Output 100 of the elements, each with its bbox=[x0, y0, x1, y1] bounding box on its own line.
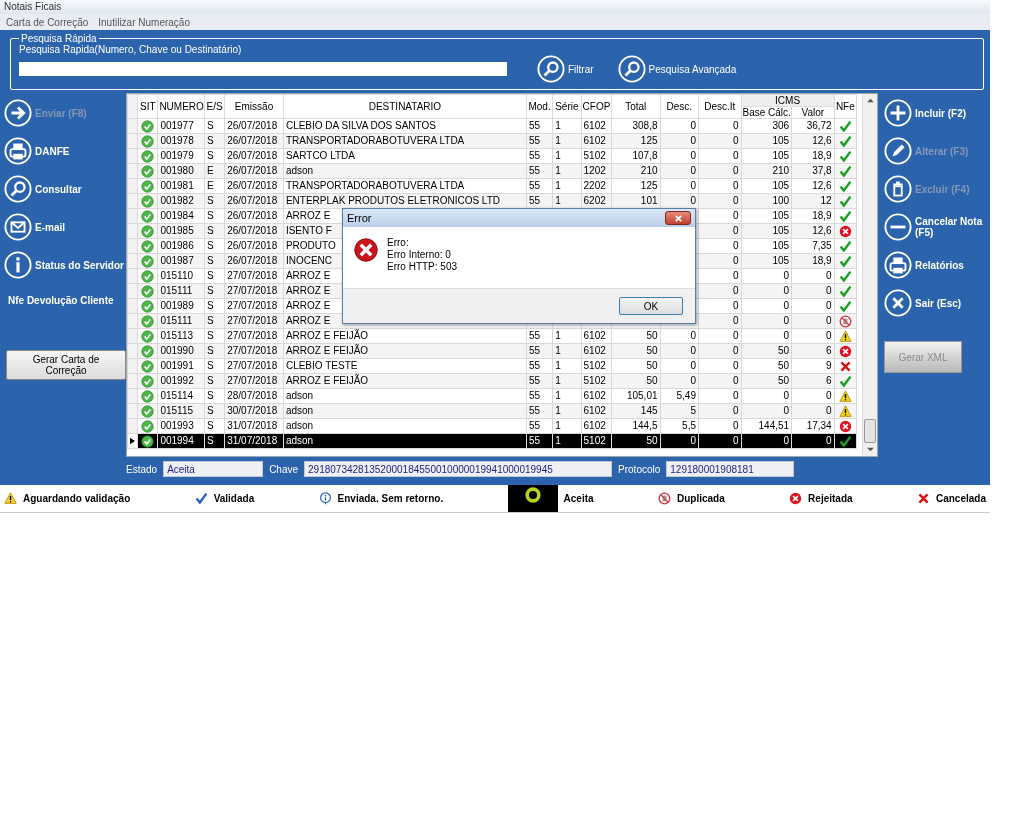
table-cell: 55 bbox=[528, 360, 541, 371]
table-cell: 0 bbox=[783, 270, 790, 281]
table-cell: 015113 bbox=[160, 330, 193, 341]
column-header[interactable]: Total bbox=[611, 94, 661, 119]
text-field[interactable]: Aceita bbox=[163, 461, 264, 477]
action-button[interactable]: Incluir (F2) bbox=[884, 99, 986, 127]
table-row[interactable]: 001980 E 26/07/2018 adson 55 1 1202 210 0 0 210 37,8 bbox=[127, 163, 857, 179]
letter-button[interactable]: Gerar Carta de Correção bbox=[6, 350, 126, 380]
scroll-thumb[interactable] bbox=[864, 419, 876, 443]
column-header[interactable]: SIT bbox=[137, 94, 158, 119]
table-cell: S bbox=[206, 120, 214, 131]
action-button[interactable]: Consultar bbox=[4, 175, 82, 203]
column-header[interactable]: NUMERO bbox=[157, 94, 205, 119]
table-cell: 1202 bbox=[583, 165, 606, 176]
blocked-document-icon bbox=[838, 314, 852, 328]
table-row[interactable]: 015113 S 27/07/2018 ARROZ E FEIJÃO 55 1 6102 50 0 0 0 0 bbox=[127, 328, 857, 344]
scroll-down-icon[interactable] bbox=[866, 447, 874, 452]
table-row[interactable]: 001993 S 31/07/2018 adson 55 1 6102 144,5 5,5 0 144,51 17,34 bbox=[127, 418, 857, 434]
table-cell: 210 bbox=[772, 165, 790, 176]
search-field[interactable] bbox=[19, 62, 507, 76]
table-cell: 1 bbox=[555, 135, 561, 146]
table-cell: 55 bbox=[528, 180, 541, 191]
table-cell: 145 bbox=[640, 405, 658, 416]
menu-item[interactable]: Inutilizar Numeração bbox=[98, 16, 190, 28]
ok-button[interactable]: OK bbox=[619, 297, 683, 315]
table-cell: SARTCO LTDA bbox=[285, 150, 355, 161]
warning-icon bbox=[838, 389, 852, 403]
column-header[interactable]: Mod. bbox=[526, 94, 553, 119]
link[interactable]: Nfe Devolução Cliente bbox=[8, 295, 114, 306]
legend-label: Rejeitada bbox=[808, 493, 853, 504]
scroll-up-icon[interactable] bbox=[866, 98, 874, 103]
table-cell: 107,8 bbox=[632, 150, 658, 161]
action-button[interactable]: Relatórios bbox=[884, 251, 986, 279]
action-button[interactable]: Sair (Esc) bbox=[884, 289, 986, 317]
column-header[interactable]: DESTINATARIO bbox=[283, 94, 527, 119]
column-header[interactable]: Emissão bbox=[224, 94, 284, 119]
action-button[interactable]: DANFE bbox=[4, 137, 70, 165]
table-row[interactable]: 001992 S 27/07/2018 ARROZ E FEIJÃO 55 1 5102 50 0 0 50 6 bbox=[127, 373, 857, 389]
table-cell: 55 bbox=[528, 150, 541, 161]
error-icon bbox=[789, 492, 803, 505]
table-cell: 0 bbox=[826, 270, 832, 281]
legend-label: Duplicada bbox=[676, 493, 725, 504]
table-cell: 0 bbox=[690, 195, 696, 206]
window-title: Notais Ficais bbox=[4, 1, 62, 12]
table-cell: 100 bbox=[772, 195, 790, 206]
text-field[interactable]: 29180734281352000184550010000019941000019945 bbox=[304, 461, 613, 477]
table-row[interactable]: 015115 S 30/07/2018 adson 55 1 6102 145 5 0 0 0 bbox=[127, 403, 857, 419]
table-cell: 6 bbox=[826, 375, 832, 386]
table-row[interactable]: 001977 S 26/07/2018 CLEBIO DA SILVA DOS SANTOS 55 1 6102 308,8 0 0 306 36,72 bbox=[127, 118, 857, 134]
table-cell: 001989 bbox=[160, 300, 194, 311]
check-circle-icon bbox=[141, 419, 155, 433]
menu-item[interactable]: Carta de Correção bbox=[6, 16, 89, 28]
table-cell: 0 bbox=[783, 300, 790, 311]
table-cell: 6102 bbox=[583, 405, 606, 416]
search-button[interactable]: Pesquisa Avançada bbox=[617, 55, 737, 83]
table-cell: S bbox=[206, 435, 214, 446]
info-icon bbox=[4, 251, 32, 279]
column-header[interactable]: Desc. bbox=[660, 94, 699, 119]
action-button[interactable]: Status do Servidor bbox=[4, 251, 124, 279]
check-icon bbox=[194, 492, 208, 505]
table-cell: ARROZ E FEIJÃO bbox=[285, 375, 369, 386]
table-cell: 55 bbox=[528, 165, 541, 176]
table-row[interactable]: 001991 S 27/07/2018 CLEBIO TESTE 55 1 5102 50 0 0 50 9 bbox=[127, 358, 857, 374]
text-field[interactable]: 129180001908181 bbox=[666, 461, 795, 477]
check-icon bbox=[838, 254, 852, 268]
table-cell: 50 bbox=[778, 360, 790, 371]
table-cell: 1 bbox=[555, 120, 561, 131]
table-cell: 26/07/2018 bbox=[227, 240, 278, 251]
table-cell: 105 bbox=[772, 240, 790, 251]
scrollbar[interactable] bbox=[862, 94, 877, 456]
table-cell: 015111 bbox=[160, 285, 193, 296]
table-cell: 001981 bbox=[160, 180, 194, 191]
action-button[interactable]: E-mail bbox=[4, 213, 65, 241]
column-header[interactable]: E/S bbox=[204, 94, 225, 119]
table-row[interactable]: 015114 S 28/07/2018 adson 55 1 6102 105,01 5,49 0 0 0 bbox=[127, 388, 857, 404]
table-row[interactable]: 001981 E 26/07/2018 TRANSPORTADORABOTUVERA LTDA 55 1 2202 125 0 0 105 12,6 bbox=[127, 178, 857, 194]
close-button[interactable] bbox=[665, 211, 691, 225]
table-cell: S bbox=[206, 285, 214, 296]
action-button[interactable]: Cancelar Nota (F5) bbox=[884, 213, 986, 241]
column-header[interactable]: Desc.It bbox=[698, 94, 741, 119]
table-row[interactable]: 001990 S 27/07/2018 ARROZ E FEIJÃO 55 1 6102 50 0 0 50 6 bbox=[127, 343, 857, 359]
table-cell: 50 bbox=[646, 345, 658, 356]
table-cell: S bbox=[206, 345, 214, 356]
table-cell: S bbox=[206, 135, 214, 146]
table-cell: 9 bbox=[826, 360, 832, 371]
search-button[interactable]: Filtrar bbox=[537, 55, 594, 83]
table-cell: 5102 bbox=[583, 435, 606, 446]
table-row[interactable]: 001994 S 31/07/2018 adson 55 1 5102 50 0 0 0 0 bbox=[127, 433, 857, 449]
column-header[interactable]: CFOP bbox=[581, 94, 612, 119]
table-cell: 0 bbox=[732, 360, 739, 371]
column-header[interactable]: Série bbox=[552, 94, 582, 119]
table-cell: 001979 bbox=[160, 150, 194, 161]
table-cell: 0 bbox=[732, 120, 739, 131]
table-cell: 6102 bbox=[583, 120, 606, 131]
table-cell: S bbox=[206, 390, 214, 401]
column-header[interactable]: NFe bbox=[834, 94, 857, 119]
table-row[interactable]: 001979 S 26/07/2018 SARTCO LTDA 55 1 5102 107,8 0 0 105 18,9 bbox=[127, 148, 857, 164]
table-cell: 0 bbox=[732, 255, 739, 266]
table-row[interactable]: 001982 S 26/07/2018 ENTERPLAK PRODUTOS ELETRONICOS LTD 55 1 6202 101 0 0 100 12 bbox=[127, 193, 857, 209]
table-row[interactable]: 001978 S 26/07/2018 TRANSPORTADORABOTUVERA LTDA 55 1 6102 125 0 0 105 12,6 bbox=[127, 133, 857, 149]
